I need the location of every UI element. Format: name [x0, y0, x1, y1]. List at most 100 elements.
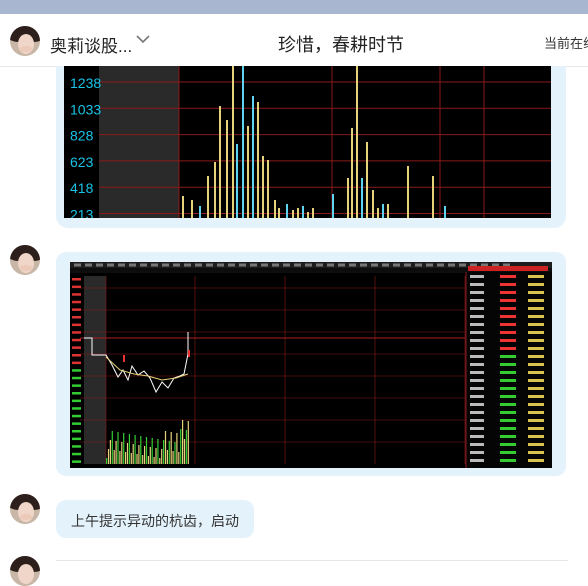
axis-tick-label: 213	[70, 207, 94, 219]
volume-bar	[155, 448, 157, 464]
menu-item	[360, 263, 367, 267]
volume-bar	[199, 206, 201, 218]
menu-item	[74, 263, 81, 267]
volume-bar	[170, 432, 172, 464]
volume-bar	[164, 431, 167, 464]
panel-row-value	[500, 403, 516, 406]
panel-row-volume	[528, 347, 544, 350]
panel-row-label	[470, 291, 484, 294]
volume-bar	[182, 420, 184, 464]
contact-avatar[interactable]	[10, 26, 40, 56]
panel-row-label	[470, 331, 484, 334]
panel-row-value	[500, 411, 516, 414]
volume-bar	[153, 457, 155, 464]
volume-bar	[126, 443, 129, 464]
axis-tick-label: 623	[70, 154, 94, 170]
volume-bar	[107, 449, 110, 464]
panel-row-volume	[528, 283, 544, 286]
volume-bar	[387, 204, 389, 218]
menu-item	[426, 263, 433, 267]
volume-bar	[147, 456, 149, 464]
volume-bar	[302, 206, 304, 218]
panel-row-value	[500, 459, 516, 462]
contact-name[interactable]: 奥莉谈股...	[50, 32, 132, 57]
volume-bar	[262, 156, 264, 218]
panel-row-volume	[528, 403, 544, 406]
volume-bar	[115, 441, 117, 464]
volume-bar	[176, 433, 178, 464]
sender-avatar[interactable]	[10, 494, 40, 524]
volume-bar	[134, 435, 136, 464]
volume-bar	[140, 436, 142, 464]
panel-row-value	[500, 379, 516, 382]
menu-item	[261, 263, 268, 267]
panel-row-value	[500, 291, 516, 294]
price-axis-label	[72, 369, 81, 372]
panel-row-volume	[528, 291, 544, 294]
text-message-bubble[interactable]: 上午提示异动的杭齿，启动	[56, 500, 254, 538]
volume-chart-image[interactable]: 1238 1033 828 623 418 213	[64, 66, 551, 218]
panel-row-value	[500, 363, 516, 366]
menu-item	[448, 263, 455, 267]
axis-tick-label: 1033	[70, 101, 101, 117]
stock-terminal	[70, 262, 552, 468]
volume-bar	[123, 433, 125, 464]
menu-item	[217, 263, 224, 267]
volume-bar	[351, 128, 353, 218]
panel-row-label	[470, 451, 484, 454]
price-axis-label	[72, 422, 81, 425]
chat-title: 珍惜，春耕时节	[278, 35, 404, 55]
panel-row-volume	[528, 315, 544, 318]
menu-item	[382, 263, 389, 267]
panel-row-value	[500, 323, 516, 326]
price-axis-label	[72, 437, 81, 441]
volume-bar	[180, 429, 182, 464]
panel-row-volume	[528, 355, 544, 358]
volume-bar	[372, 190, 374, 218]
volume-bar	[145, 437, 148, 464]
volume-bar	[432, 176, 434, 218]
price-axis-label	[72, 361, 81, 365]
price-axis-label	[72, 323, 81, 327]
sender-avatar[interactable]	[10, 556, 40, 586]
volume-bar	[128, 434, 130, 464]
panel-row-volume	[528, 275, 544, 278]
volume-bar	[178, 452, 180, 464]
panel-row-value	[500, 347, 516, 350]
menu-item	[162, 263, 169, 267]
volume-bar	[297, 208, 299, 218]
panel-row-volume	[528, 419, 544, 422]
price-axis-label	[72, 300, 81, 304]
volume-bar	[121, 442, 123, 464]
volume-bar	[252, 96, 254, 218]
menu-item	[404, 263, 411, 267]
menu-item	[371, 263, 378, 267]
panel-row-label	[470, 307, 484, 310]
volume-bar	[132, 444, 134, 464]
divider	[56, 560, 568, 561]
panel-row-volume	[528, 379, 544, 382]
volume-bar	[232, 66, 234, 218]
volume-bar	[278, 208, 280, 218]
volume-bar	[214, 162, 216, 218]
panel-row-volume	[528, 451, 544, 454]
online-status: 当前在线	[544, 36, 588, 51]
volume-bar	[247, 126, 249, 218]
volume-bar	[267, 160, 269, 218]
volume-bar	[377, 208, 379, 218]
price-axis-label	[72, 414, 81, 418]
panel-row-volume	[528, 299, 544, 302]
volume-bar	[307, 212, 309, 218]
volume-bar	[168, 441, 170, 464]
chevron-down-icon[interactable]	[134, 30, 152, 48]
panel-row-label	[470, 355, 484, 358]
volume-bar	[191, 200, 193, 218]
menu-item	[272, 263, 279, 267]
panel-row-label	[470, 379, 484, 382]
sender-avatar[interactable]	[10, 245, 40, 275]
menu-item	[327, 263, 334, 267]
volume-chart: 1238 1033 828 623 418 213	[64, 66, 551, 218]
price-axis-label	[72, 331, 81, 334]
volume-bar	[226, 120, 228, 218]
stock-terminal-image[interactable]	[70, 262, 552, 468]
